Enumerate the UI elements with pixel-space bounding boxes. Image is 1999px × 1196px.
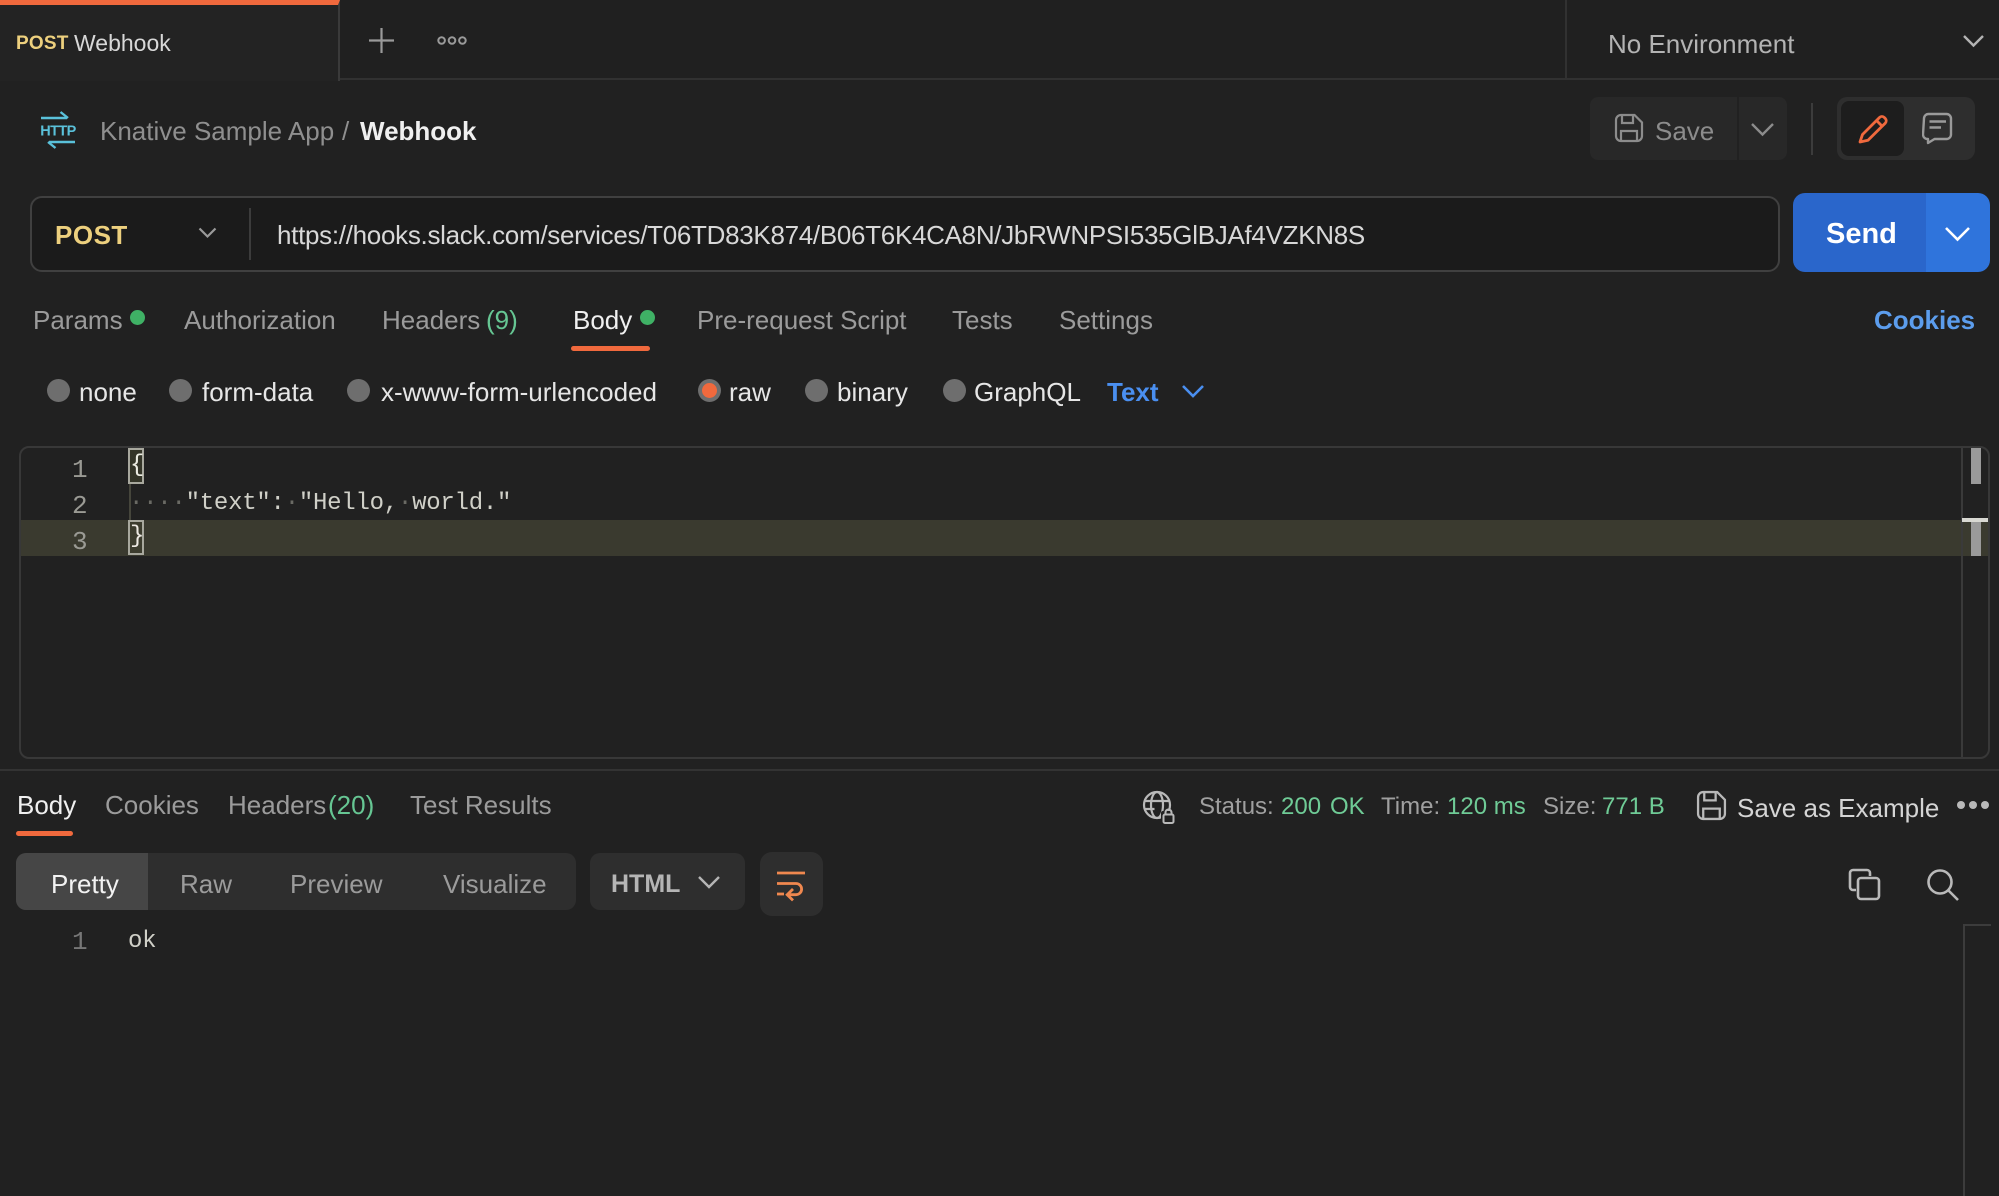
svg-text:HTTP: HTTP — [40, 124, 76, 140]
